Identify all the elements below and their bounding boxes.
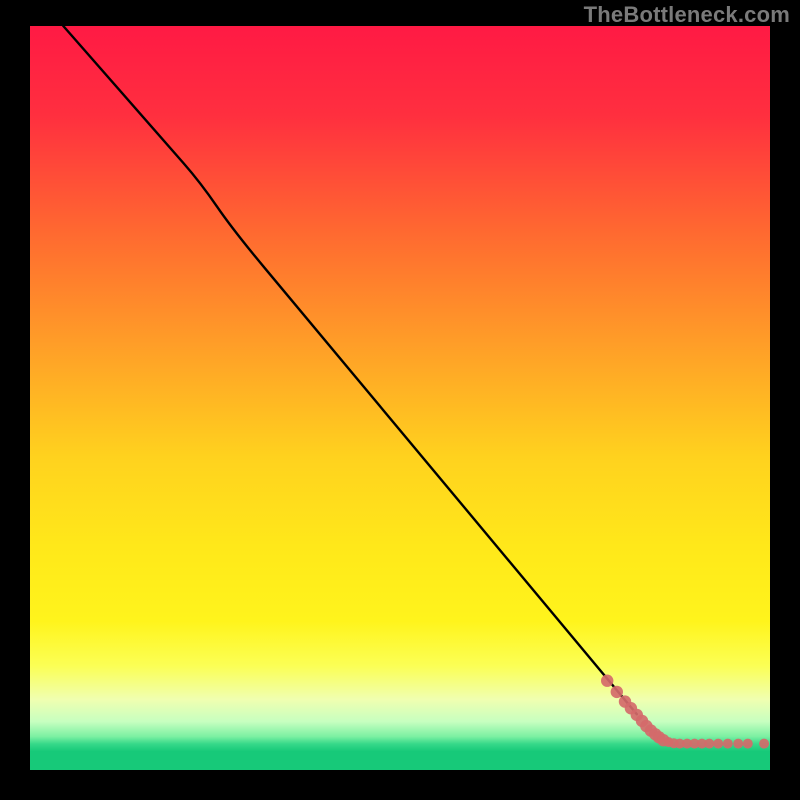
data-point (704, 739, 714, 749)
data-point (723, 739, 733, 749)
watermark-text: TheBottleneck.com (584, 2, 790, 28)
data-point (759, 739, 769, 749)
chart-svg (0, 0, 800, 800)
data-point (601, 675, 613, 687)
data-point (733, 739, 743, 749)
data-point (713, 739, 723, 749)
chart-stage: TheBottleneck.com (0, 0, 800, 800)
plot-background (30, 26, 770, 770)
data-point (611, 686, 623, 698)
data-point (743, 739, 753, 749)
